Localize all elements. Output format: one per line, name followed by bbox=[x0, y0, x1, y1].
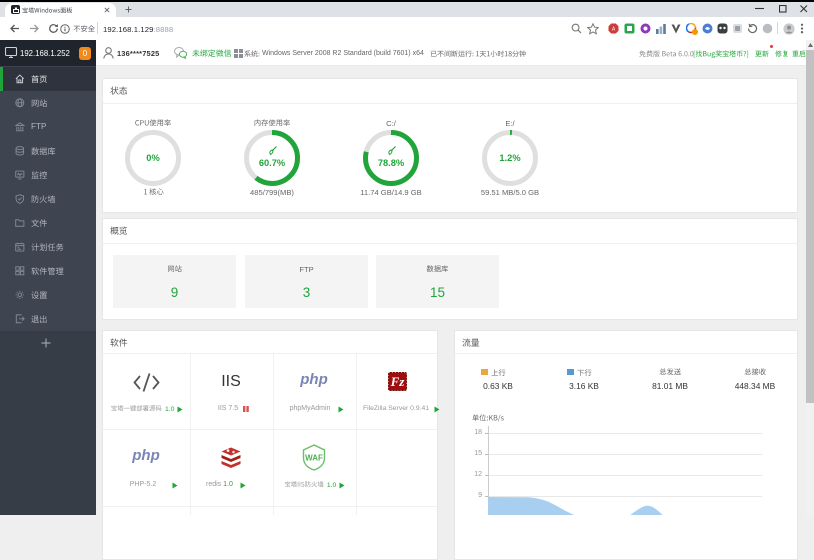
svg-text:WAF: WAF bbox=[305, 454, 323, 463]
svg-text:Fz: Fz bbox=[390, 374, 406, 389]
